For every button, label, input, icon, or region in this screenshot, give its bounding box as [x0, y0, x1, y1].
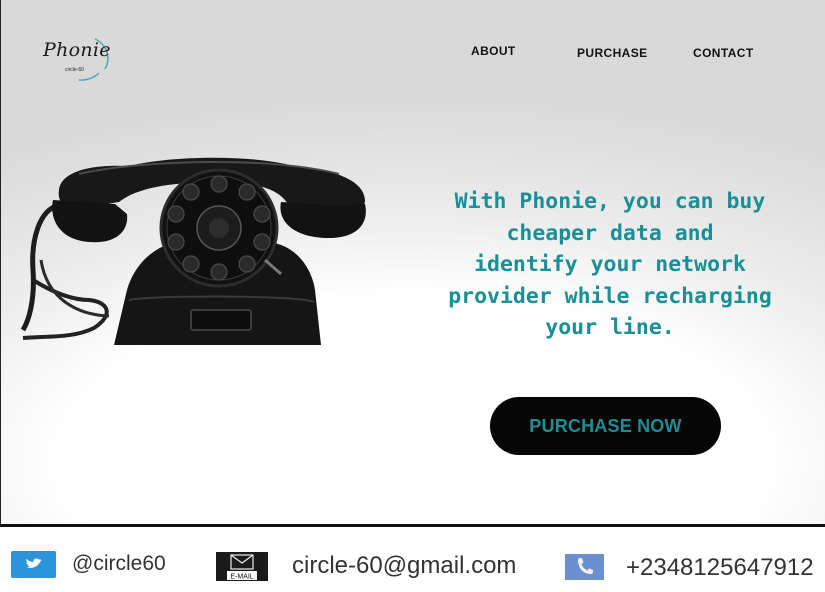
brand-logo[interactable]: Phonie circle-60: [39, 33, 111, 85]
twitter-icon[interactable]: [11, 551, 56, 578]
nav-purchase-link[interactable]: PURCHASE: [577, 46, 648, 60]
logo-wordmark: Phonie: [43, 39, 111, 61]
hero-headline: With Phonie, you can buy cheaper data an…: [448, 189, 772, 340]
phone-number[interactable]: +2348125647912: [626, 554, 814, 582]
contact-footer: @circle60 E-MAIL circle-60@gmail.com +23…: [0, 524, 825, 592]
phone-icon[interactable]: [565, 554, 604, 580]
logo-subtitle: circle-60: [65, 67, 84, 73]
purchase-now-button[interactable]: PURCHASE NOW: [490, 397, 721, 455]
hero-section: Phonie circle-60 ABOUT PURCHASE CONTACT: [0, 0, 825, 524]
nav-about-link[interactable]: ABOUT: [471, 44, 516, 58]
email-icon[interactable]: E-MAIL: [216, 552, 268, 581]
twitter-handle[interactable]: @circle60: [72, 552, 166, 576]
nav-contact-link[interactable]: CONTACT: [693, 46, 754, 60]
rotary-telephone-image: [20, 157, 366, 345]
email-address[interactable]: circle-60@gmail.com: [292, 552, 516, 580]
email-icon-label: E-MAIL: [230, 573, 253, 580]
